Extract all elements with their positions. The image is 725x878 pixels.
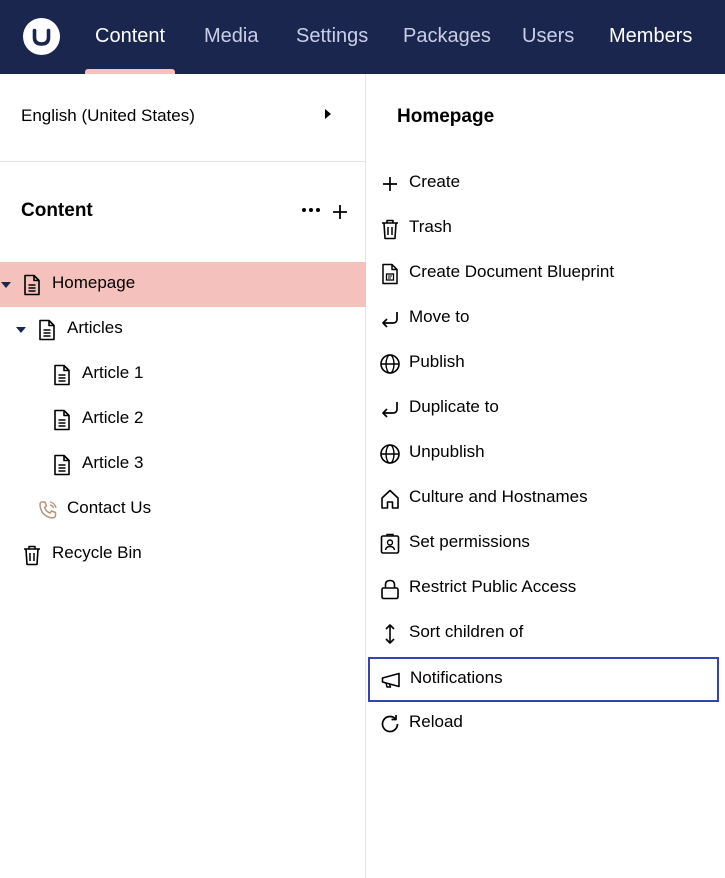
create-button[interactable] <box>330 202 350 222</box>
nav-tab-settings[interactable]: Settings <box>296 0 368 74</box>
tree-item-label: Article 1 <box>82 363 144 382</box>
nav-tab-members[interactable]: Members <box>609 0 692 74</box>
action-duplicate-to[interactable]: Duplicate to <box>367 386 719 431</box>
phone-icon <box>37 499 57 521</box>
enter-arrow-icon <box>379 398 401 420</box>
tree-item-label: Articles <box>67 318 123 337</box>
nav-tab-users[interactable]: Users <box>522 0 574 74</box>
tree-item-label: Article 2 <box>82 408 144 427</box>
action-restrict-public-access[interactable]: Restrict Public Access <box>367 566 719 611</box>
tree-item-recycle-bin[interactable]: Recycle Bin <box>0 532 366 577</box>
tree-section-title: Content <box>21 200 93 221</box>
action-label: Duplicate to <box>409 397 499 416</box>
document-icon <box>52 454 72 476</box>
more-options-button[interactable] <box>298 200 324 222</box>
globe-icon <box>379 353 401 375</box>
action-label: Restrict Public Access <box>409 577 577 596</box>
blueprint-icon <box>379 263 401 285</box>
tree-item-label: Homepage <box>52 273 136 292</box>
top-navigation-bar: Content Media Settings Packages Users Me… <box>0 0 725 74</box>
refresh-icon <box>379 713 401 735</box>
action-label: Create <box>409 172 461 191</box>
umbraco-logo-icon[interactable] <box>23 18 60 55</box>
action-label: Culture and Hostnames <box>409 487 588 506</box>
action-reload[interactable]: Reload <box>367 701 719 746</box>
trash-icon <box>379 218 401 240</box>
badge-icon <box>379 533 401 555</box>
tree-item-label: Article 3 <box>82 453 144 472</box>
tree-item-contact-us[interactable]: Contact Us <box>0 487 366 532</box>
document-icon <box>37 319 57 341</box>
nav-tab-media[interactable]: Media <box>204 0 258 74</box>
lock-icon <box>379 578 401 600</box>
action-move-to[interactable]: Move to <box>367 296 719 341</box>
tree-item-homepage[interactable]: Homepage <box>0 262 366 307</box>
action-label: Create Document Blueprint <box>409 262 615 281</box>
action-notifications[interactable]: Notifications <box>368 657 719 702</box>
action-label: Publish <box>409 352 465 371</box>
action-set-permissions[interactable]: Set permissions <box>367 521 719 566</box>
action-label: Set permissions <box>409 532 530 551</box>
megaphone-icon <box>380 669 402 691</box>
action-unpublish[interactable]: Unpublish <box>367 431 719 476</box>
tree-item-label: Contact Us <box>67 498 152 517</box>
action-culture-and-hostnames[interactable]: Culture and Hostnames <box>367 476 719 521</box>
tree-item-article-3[interactable]: Article 3 <box>0 442 366 487</box>
document-icon <box>22 274 42 296</box>
action-label: Unpublish <box>409 442 485 461</box>
action-create[interactable]: Create <box>367 161 719 206</box>
nav-tab-content[interactable]: Content <box>95 0 165 74</box>
caret-down-icon[interactable] <box>1 282 11 288</box>
document-icon <box>52 364 72 386</box>
action-trash[interactable]: Trash <box>367 206 719 251</box>
action-label: Notifications <box>410 668 503 687</box>
globe-icon <box>379 443 401 465</box>
tree-item-article-1[interactable]: Article 1 <box>0 352 366 397</box>
trash-icon <box>22 544 42 566</box>
document-icon <box>52 409 72 431</box>
action-sort-children-of[interactable]: Sort children of <box>367 611 719 656</box>
action-label: Reload <box>409 712 463 731</box>
language-selector[interactable]: English (United States) <box>21 106 195 126</box>
tree-item-article-2[interactable]: Article 2 <box>0 397 366 442</box>
caret-down-icon[interactable] <box>16 327 26 333</box>
tree-item-label: Recycle Bin <box>52 543 142 562</box>
action-label: Trash <box>409 217 452 236</box>
plus-icon <box>379 173 401 195</box>
plus-icon <box>333 205 347 219</box>
action-label: Move to <box>409 307 470 326</box>
ellipsis-icon <box>302 208 320 212</box>
action-publish[interactable]: Publish <box>367 341 719 386</box>
divider <box>0 161 366 162</box>
home-icon <box>379 488 401 510</box>
caret-right-icon[interactable] <box>325 109 331 119</box>
action-label: Sort children of <box>409 622 524 641</box>
actions-menu-title: Homepage <box>397 106 495 127</box>
action-create-document-blueprint[interactable]: Create Document Blueprint <box>367 251 719 296</box>
nav-tab-packages[interactable]: Packages <box>403 0 491 74</box>
vertical-arrows-icon <box>379 623 401 645</box>
tree-item-articles[interactable]: Articles <box>0 307 366 352</box>
enter-arrow-icon <box>379 308 401 330</box>
